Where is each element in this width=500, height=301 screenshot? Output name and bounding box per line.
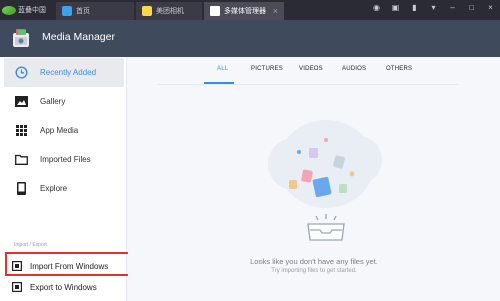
empty-state-illustration — [268, 120, 382, 241]
camera-app-icon — [142, 6, 152, 16]
tab-label: 首页 — [76, 8, 90, 15]
tab-label: 美团相机 — [156, 8, 184, 15]
tab-videos[interactable]: VIDEOS — [299, 66, 323, 72]
menu-dropdown-icon[interactable]: ▾ — [428, 3, 439, 12]
clock-icon — [14, 65, 29, 80]
export-label: Export to Windows — [30, 282, 97, 292]
page-title: Media Manager — [42, 31, 115, 43]
export-icon — [12, 282, 22, 292]
window-controls: ◉ ▣ ▮ ▾ – □ × — [371, 3, 496, 12]
highlight-box — [5, 252, 130, 276]
folder-icon — [14, 152, 29, 167]
filter-tabs: ALL PICTURES VIDEOS AUDIOS OTHERS — [128, 57, 500, 87]
maximize-icon[interactable]: □ — [466, 3, 477, 12]
tab-label: 多媒体管理器 — [224, 8, 266, 15]
phone-icon — [14, 181, 29, 196]
app-header: Media Manager — [0, 20, 500, 57]
app-logo[interactable]: 蓝叠中国 — [2, 3, 46, 17]
sidebar-item-recently-added[interactable]: Recently Added — [4, 58, 124, 87]
photo-icon — [14, 94, 29, 109]
close-tab-icon[interactable]: × — [273, 6, 278, 16]
title-bar: 蓝叠中国 首页 美团相机 多媒体管理器 × ◉ ▣ ▮ ▾ – □ × — [0, 0, 500, 20]
tab-audios[interactable]: AUDIOS — [342, 66, 366, 72]
gift-icon[interactable]: ▣ — [390, 3, 401, 12]
empty-state-title: Looks like you don't have any files yet. — [250, 257, 378, 266]
main-content: ALL PICTURES VIDEOS AUDIOS OTHERS Looks … — [128, 57, 500, 301]
app-logo-label: 蓝叠中国 — [18, 7, 46, 14]
tab-media-manager[interactable]: 多媒体管理器 × — [204, 2, 284, 20]
sidebar-item-app-media[interactable]: App Media — [4, 116, 124, 145]
gem-logo-icon — [2, 5, 16, 15]
grid-icon — [14, 123, 29, 138]
media-manager-app-icon — [210, 6, 220, 16]
tab-meitu-camera[interactable]: 美团相机 — [136, 2, 202, 20]
minimize-icon[interactable]: – — [447, 3, 458, 12]
sidebar-item-label: Recently Added — [40, 68, 97, 77]
notification-icon[interactable]: ▮ — [409, 3, 420, 12]
export-to-windows-button[interactable]: Export to Windows — [4, 276, 128, 298]
tab-all[interactable]: ALL — [217, 66, 228, 72]
sidebar-item-label: Imported Files — [40, 155, 91, 164]
home-app-icon — [62, 6, 72, 16]
account-icon[interactable]: ◉ — [371, 3, 382, 12]
tab-home[interactable]: 首页 — [56, 2, 134, 20]
sidebar-item-label: Gallery — [40, 97, 66, 106]
sidebar-item-explore[interactable]: Explore — [4, 174, 124, 203]
sidebar-item-imported-files[interactable]: Imported Files — [4, 145, 124, 174]
empty-state-subtitle: Try importing files to get started. — [271, 268, 357, 274]
media-manager-icon — [13, 29, 29, 47]
close-window-icon[interactable]: × — [485, 3, 496, 12]
tab-others[interactable]: OTHERS — [386, 66, 412, 72]
sidebar-item-label: Explore — [40, 184, 68, 193]
tab-pictures[interactable]: PICTURES — [251, 66, 283, 72]
divider — [158, 84, 458, 85]
import-export-section-label: Import / Export — [14, 242, 47, 248]
sidebar-item-label: App Media — [40, 126, 79, 135]
sidebar-item-gallery[interactable]: Gallery — [4, 87, 124, 116]
